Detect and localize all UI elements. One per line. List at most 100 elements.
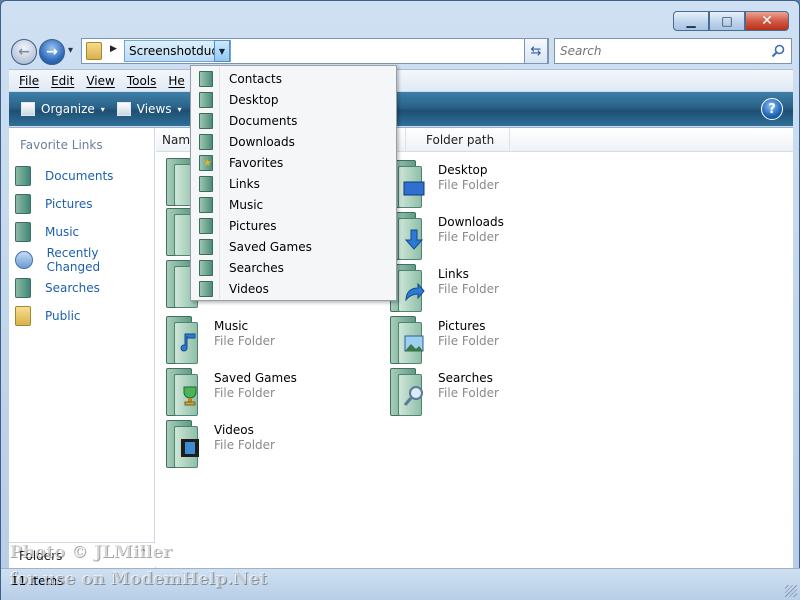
dropdown-item-saved-games[interactable]: Saved Games [191,236,396,257]
caption-buttons: ▁ □ ✕ [673,11,789,31]
menu-bar: File Edit View Tools He [9,69,793,91]
back-button[interactable]: ← [11,39,37,65]
file-type: File Folder [214,386,275,400]
documents-icon [199,112,213,129]
saved-games-icon [199,238,213,255]
dropdown-item-videos[interactable]: Videos [191,278,396,299]
dropdown-item-label: Contacts [229,71,282,86]
monitor-icon [403,181,425,196]
file-item-videos[interactable]: Videos File Folder [164,420,384,472]
file-item-desktop[interactable]: Desktop File Folder [388,160,608,212]
help-button[interactable]: ? [761,98,783,120]
watermark-line-1: Photo © JLMiller [9,542,172,562]
organize-button[interactable]: Organize ▾ [15,102,111,116]
file-type: File Folder [214,438,275,452]
dropdown-item-pictures[interactable]: Pictures [191,215,396,236]
favorite-link-searches[interactable]: Searches [15,274,153,302]
trophy-icon [183,386,197,406]
breadcrumb-separator-icon[interactable]: ▶ [110,44,117,54]
recent-pages-chevron-icon[interactable]: ▾ [68,45,73,56]
searches-icon [388,368,428,418]
navigation-row: ← → ▾ ▶ Screenshotdude ▼ ▼ ⇆ [9,37,793,65]
favorite-link-documents[interactable]: Documents [15,162,153,190]
menu-view[interactable]: View [80,74,120,88]
dropdown-item-label: Desktop [229,92,279,107]
maximize-button[interactable]: □ [709,11,745,31]
favorite-link-label: Music [45,225,80,239]
file-item-links[interactable]: Links File Folder [388,264,608,316]
favorite-link-label: Public [45,309,81,323]
close-button[interactable]: ✕ [745,11,789,31]
menu-help[interactable]: He [162,74,190,88]
file-name: Links [438,267,469,281]
views-button[interactable]: Views ▾ [111,102,188,116]
refresh-button[interactable]: ⇆ [524,38,548,64]
file-name: Desktop [438,163,488,177]
dropdown-item-label: Music [229,197,264,212]
menu-tools[interactable]: Tools [121,74,163,88]
dropdown-item-label: Videos [229,281,269,296]
resize-grip-icon[interactable] [785,585,797,597]
file-item-searches[interactable]: Searches File Folder [388,368,608,420]
file-item-pictures[interactable]: Pictures File Folder [388,316,608,368]
dropdown-item-label: Pictures [229,218,277,233]
favorite-link-public[interactable]: Public [15,302,153,330]
dropdown-item-contacts[interactable]: Contacts [191,68,396,89]
dropdown-item-label: Links [229,176,260,191]
saved-games-icon [164,368,204,418]
watermark-line-2: for use on ModemHelp.Net [9,569,268,589]
dropdown-item-searches[interactable]: Searches [191,257,396,278]
music-icon [199,196,213,213]
photo-icon [404,335,424,352]
dropdown-item-downloads[interactable]: Downloads [191,131,396,152]
favorite-link-label: Searches [45,281,100,295]
file-name: Videos [214,423,254,437]
file-name: Pictures [438,319,486,333]
links-icon [199,175,213,192]
file-name: Downloads [438,215,504,229]
file-item-music[interactable]: Music File Folder [164,316,384,368]
dropdown-item-music[interactable]: Music [191,194,396,215]
breadcrumb-dropdown-button[interactable]: ▼ [214,40,230,62]
recently-changed-icon [15,251,33,269]
chevron-down-icon: ▾ [100,104,105,114]
music-note-icon [180,333,196,352]
film-strip-icon [181,439,199,457]
file-name: Searches [438,371,493,385]
searches-icon [199,259,213,276]
documents-icon [15,166,31,186]
explorer-window: ▁ □ ✕ ← → ▾ ▶ Screenshotdude ▼ ▼ ⇆ File … [0,0,800,600]
pictures-icon [388,316,428,366]
column-header-folder-path[interactable]: Folder path [420,128,510,152]
favorite-link-pictures[interactable]: Pictures [15,190,153,218]
contacts-icon [199,70,213,87]
address-bar[interactable]: ▶ Screenshotdude ▼ ▼ [81,38,549,64]
videos-icon [164,420,204,470]
favorite-link-label: Pictures [45,197,93,211]
views-icon [116,102,131,116]
search-input[interactable] [555,39,765,63]
dropdown-item-label: Documents [229,113,298,128]
dropdown-item-links[interactable]: Links [191,173,396,194]
file-type: File Folder [438,230,499,244]
minimize-button[interactable]: ▁ [673,11,709,31]
breadcrumb-dropdown-menu: Contacts Desktop Documents Downloads Fav… [190,65,397,301]
menu-file[interactable]: File [13,74,45,88]
favorite-link-recently-changed[interactable]: Recently Changed [15,246,153,274]
menu-edit[interactable]: Edit [45,74,80,88]
file-item-saved-games[interactable]: Saved Games File Folder [164,368,384,420]
search-box[interactable] [554,38,792,64]
pictures-icon [15,194,31,214]
favorite-link-music[interactable]: Music [15,218,153,246]
dropdown-item-label: Downloads [229,134,295,149]
file-item-downloads[interactable]: Downloads File Folder [388,212,608,264]
file-type: File Folder [438,282,499,296]
dropdown-item-desktop[interactable]: Desktop [191,89,396,110]
search-icon[interactable] [771,44,785,58]
favorite-link-label: Recently Changed [46,246,101,274]
forward-button[interactable]: → [39,39,65,65]
favorite-links-heading: Favorite Links [20,138,103,152]
videos-icon [199,280,213,297]
dropdown-item-favorites[interactable]: Favorites [191,152,396,173]
dropdown-item-documents[interactable]: Documents [191,110,396,131]
